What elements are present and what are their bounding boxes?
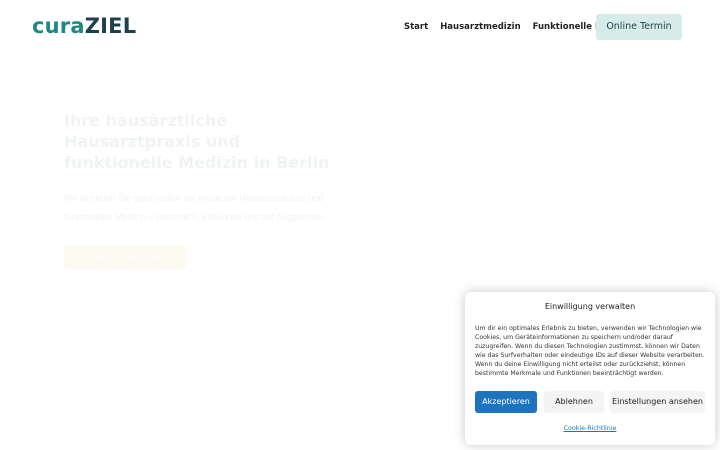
accept-button[interactable]: Akzeptieren — [475, 391, 537, 413]
logo-text-cura: cura — [32, 14, 85, 38]
site-header: curaZIEL Start Hausarztmedizin Funktione… — [0, 0, 720, 54]
cookie-consent-dialog: Einwilligung verwalten Um dir ein optima… — [465, 292, 715, 445]
hero-section: Ihre hausärztliche Hausarztpraxis und fu… — [64, 110, 334, 269]
hero-title: Ihre hausärztliche Hausarztpraxis und fu… — [64, 111, 330, 172]
hero-text: Wir betreuen Sie ganzheitlich mit modern… — [64, 193, 325, 222]
cookie-policy-link[interactable]: Cookie-Richtlinie — [465, 425, 715, 432]
deny-button[interactable]: Ablehnen — [544, 391, 604, 413]
online-termin-button[interactable]: Online Termin — [596, 14, 682, 40]
nav-item-hausarztmedizin[interactable]: Hausarztmedizin — [434, 20, 526, 34]
consent-title: Einwilligung verwalten — [544, 302, 636, 311]
consent-body-text: Um dir ein optimales Erlebnis zu bieten,… — [475, 325, 705, 377]
logo-text-ziel: ZIEL — [84, 14, 137, 38]
hero-cta-button[interactable]: Online Termin buchen — [64, 245, 186, 269]
site-logo[interactable]: curaZIEL — [32, 12, 136, 40]
view-settings-button[interactable]: Einstellungen ansehen — [610, 391, 705, 413]
nav-item-start[interactable]: Start — [398, 20, 434, 34]
